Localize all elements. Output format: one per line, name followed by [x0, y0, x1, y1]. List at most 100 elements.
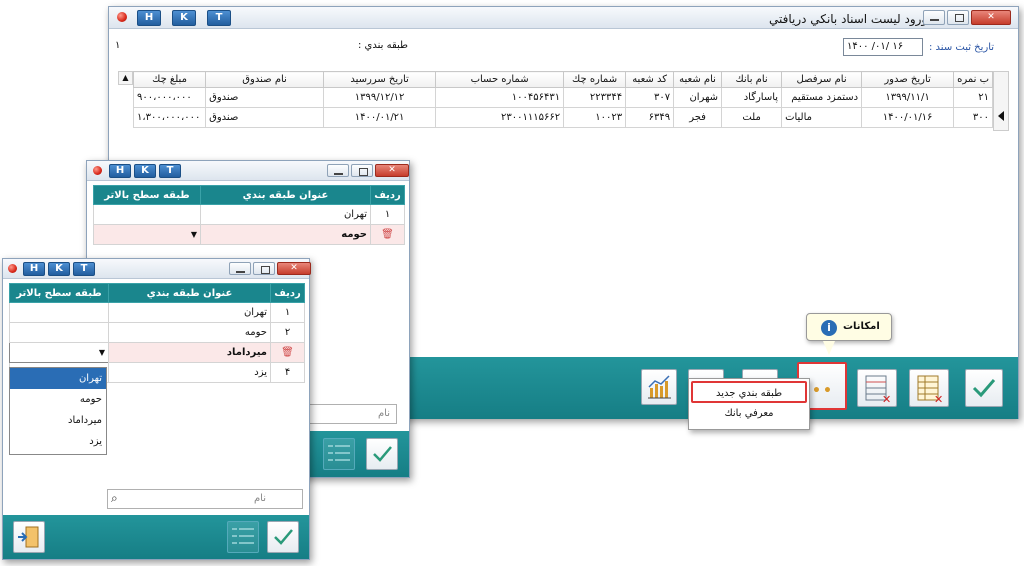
parent-dropdown[interactable]: ▼ — [93, 224, 201, 245]
table-row-editing[interactable]: 🗑 حومه ▼ — [93, 224, 405, 245]
col-header[interactable]: شماره چك — [563, 71, 627, 88]
delete-icon[interactable]: 🗑 — [370, 224, 405, 245]
maximize-button[interactable] — [351, 164, 373, 177]
search-icon: ⌕ — [111, 491, 118, 505]
delete-table-button[interactable]: ✕ — [909, 369, 949, 407]
h-button[interactable]: H — [23, 262, 45, 276]
col-header[interactable]: عنوان طبقه بندي — [108, 283, 271, 303]
close-button[interactable]: ✕ — [971, 10, 1011, 25]
col-header[interactable]: رديف — [270, 283, 305, 303]
col-header[interactable]: كد شعبه — [625, 71, 675, 88]
col-header[interactable]: نام سرفصل — [781, 71, 863, 88]
col-header[interactable]: تاريخ صدور — [861, 71, 955, 88]
minimize-button[interactable] — [327, 164, 349, 177]
t-button[interactable]: T — [207, 10, 231, 26]
cell: ۱ — [270, 302, 305, 323]
cell: ۱۰۰۲۳ — [563, 107, 627, 128]
cell: ۴ — [270, 362, 305, 383]
delete-table-icon: ✕ — [917, 375, 943, 406]
cell: ۱،۳۰۰،۰۰۰،۰۰۰ — [132, 107, 207, 128]
reg-date-field[interactable]: ۱۴۰۰ /۰۱/ ۱۶ — [843, 38, 923, 56]
col-header[interactable]: تاريخ سررسيد — [323, 71, 437, 88]
mid-confirm-button[interactable] — [366, 438, 398, 470]
dropdown-option[interactable]: حومه — [10, 389, 106, 410]
k-button[interactable]: K — [134, 164, 156, 178]
tooltip-text: امكانات — [843, 321, 880, 332]
mid-list-button[interactable] — [323, 438, 355, 470]
table-row-editing[interactable]: 🗑 ميرداماد ▼ — [9, 342, 305, 363]
cell: فجر — [673, 107, 723, 128]
mid-titlebar: H K T ✕ — [87, 161, 409, 181]
front-titlebar: H K T ✕ — [3, 259, 311, 279]
cell: يزد — [108, 362, 271, 383]
col-header[interactable]: شماره حساب — [435, 71, 565, 88]
cell: ۶۳۴۹ — [625, 107, 675, 128]
front-action-bar — [3, 515, 309, 559]
col-header[interactable]: رديف — [370, 185, 405, 205]
close-button[interactable]: ✕ — [277, 262, 311, 275]
front-list-button[interactable] — [227, 521, 259, 553]
col-header[interactable]: مبلغ چك — [132, 71, 207, 88]
close-button[interactable]: ✕ — [375, 164, 409, 177]
table-row[interactable]: ۱ تهران — [9, 302, 305, 323]
dropdown-option[interactable]: تهران — [10, 368, 106, 389]
k-button[interactable]: K — [172, 10, 196, 26]
cell: ۲۱ — [953, 87, 993, 108]
delete-icon[interactable]: 🗑 — [270, 342, 305, 363]
col-header[interactable]: عنوان طبقه بندي — [200, 185, 371, 205]
chart-button[interactable] — [641, 369, 677, 405]
maximize-button[interactable] — [947, 10, 969, 25]
table-row[interactable]: ۲ حومه — [9, 322, 305, 343]
parent-dropdown[interactable]: ▼ — [9, 342, 109, 363]
scroll-up-arrow[interactable]: ▲ — [118, 71, 133, 85]
delete-list-button[interactable]: ✕ — [857, 369, 897, 407]
col-header[interactable]: نام بانك — [721, 71, 783, 88]
cell: ملت — [721, 107, 783, 128]
exit-button[interactable] — [13, 521, 45, 553]
list-icon — [232, 528, 254, 544]
menu-item-bank-intro[interactable]: معرفي بانك — [691, 403, 807, 425]
maximize-button[interactable] — [253, 262, 275, 275]
col-header[interactable]: طبقه سطح بالاتر — [9, 283, 109, 303]
hkt-buttons: H K T — [109, 164, 181, 178]
col-header[interactable]: نام شعبه — [673, 71, 723, 88]
category-window-front: H K T ✕ رديف عنوان طبقه بندي طبقه سطح با… — [2, 258, 311, 560]
delete-list-icon: ✕ — [865, 375, 891, 406]
h-button[interactable]: H — [109, 164, 131, 178]
more-dots-icon: •• — [812, 383, 834, 399]
search-placeholder: نام — [253, 493, 266, 504]
cell: ۹۰۰،۰۰۰،۰۰۰ — [132, 87, 207, 108]
cell: حومه — [200, 224, 371, 245]
mid-search-field[interactable]: نام — [305, 404, 397, 424]
table-row[interactable]: ۳۰۰ ۱۴۰۰/۰۱/۱۶ ماليات ملت فجر ۶۳۴۹ ۱۰۰۲۳… — [132, 107, 993, 128]
confirm-button[interactable] — [965, 369, 1003, 407]
t-button[interactable]: T — [159, 164, 181, 178]
info-icon: i — [821, 320, 837, 336]
cell: ميرداماد — [108, 342, 271, 363]
minimize-button[interactable] — [229, 262, 251, 275]
front-confirm-button[interactable] — [267, 521, 299, 553]
dropdown-option[interactable]: يزد — [10, 431, 106, 452]
t-button[interactable]: T — [73, 262, 95, 276]
table-row[interactable]: ۱ تهران — [93, 204, 405, 225]
check-icon — [274, 529, 293, 545]
col-header[interactable]: طبقه سطح بالاتر — [93, 185, 201, 205]
window-controls: ✕ — [327, 164, 409, 177]
front-search-field[interactable]: ⌕ نام — [107, 489, 303, 509]
k-button[interactable]: K — [48, 262, 70, 276]
col-header[interactable]: ب نمره — [953, 71, 993, 88]
cell: صندوق — [205, 87, 325, 108]
table-row[interactable]: ۲۱ ۱۳۹۹/۱۱/۱ دستمزد مستقيم پاسارگاد شهرا… — [132, 87, 993, 108]
cell: صندوق — [205, 107, 325, 128]
dropdown-option[interactable]: ميرداماد — [10, 410, 106, 431]
check-icon — [373, 446, 392, 462]
h-button[interactable]: H — [137, 10, 161, 26]
app-dot-icon — [93, 166, 102, 175]
minimize-button[interactable] — [923, 10, 945, 25]
window-controls: ✕ — [229, 262, 311, 275]
menu-item-new-category[interactable]: طبقه بندي جديد — [691, 381, 807, 403]
row-indicator — [993, 71, 1009, 131]
parent-dropdown-list: تهران حومه ميرداماد يزد — [9, 367, 107, 455]
cell — [93, 204, 201, 225]
col-header[interactable]: نام صندوق — [205, 71, 325, 88]
